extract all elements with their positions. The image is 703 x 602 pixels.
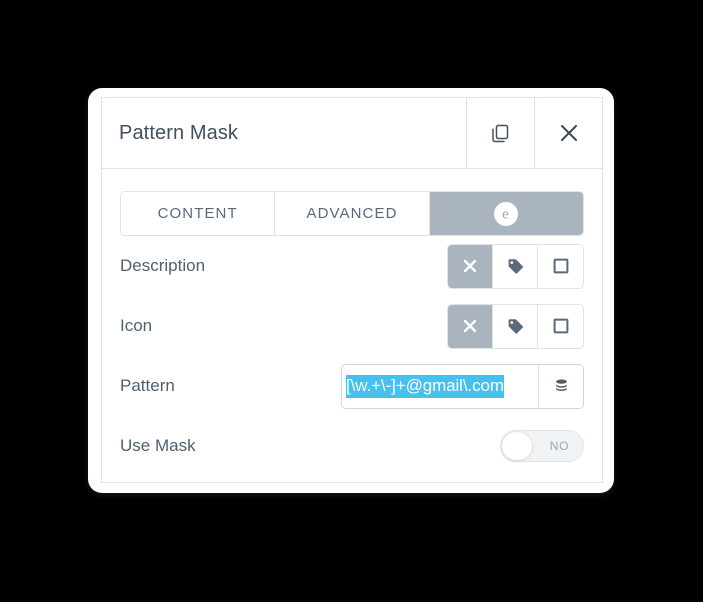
pattern-label: Pattern <box>120 376 175 395</box>
toggle-state-label: NO <box>549 439 569 453</box>
elementor-logo-icon: e <box>494 201 519 226</box>
tab-content-label: CONTENT <box>157 205 238 222</box>
description-option-box[interactable] <box>538 244 583 288</box>
icon-label: Icon <box>120 316 153 335</box>
toggle-knob <box>501 431 533 461</box>
tag-icon <box>506 317 525 336</box>
svg-text:e: e <box>502 206 510 222</box>
database-icon <box>553 378 570 395</box>
close-x-icon <box>461 317 479 335</box>
icon-control <box>447 303 584 349</box>
tag-icon <box>506 257 525 276</box>
field-row-pattern: Pattern [\w.+\-]+@gmail\.com <box>120 356 584 416</box>
icon-segmented-group <box>447 303 584 349</box>
pattern-mask-dialog-shell: Pattern Mask CONTENT ADVANCED e Descript… <box>88 88 614 493</box>
field-row-use-mask: Use Mask NO <box>120 416 584 476</box>
pattern-dynamic-tags-button[interactable] <box>538 364 583 408</box>
copy-icon <box>490 123 511 144</box>
description-segmented-group <box>447 243 584 289</box>
description-option-tag[interactable] <box>493 244 538 288</box>
square-icon <box>552 257 570 275</box>
duplicate-button[interactable] <box>466 98 534 168</box>
tab-content[interactable]: CONTENT <box>121 192 276 235</box>
dialog-body: CONTENT ADVANCED e Description Icon Patt… <box>102 169 602 476</box>
use-mask-toggle[interactable]: NO <box>500 430 584 462</box>
icon-option-tag[interactable] <box>493 304 538 348</box>
use-mask-label: Use Mask <box>120 436 196 455</box>
dialog-header: Pattern Mask <box>102 98 602 169</box>
close-icon <box>557 121 581 145</box>
description-control <box>447 243 584 289</box>
close-button[interactable] <box>534 98 602 168</box>
field-row-icon: Icon <box>120 296 584 356</box>
screen: Pattern Mask CONTENT ADVANCED e Descript… <box>0 0 703 602</box>
square-icon <box>552 317 570 335</box>
pattern-input-group: [\w.+\-]+@gmail\.com <box>341 363 584 409</box>
tab-bar: CONTENT ADVANCED e <box>120 191 584 236</box>
tab-style[interactable]: e <box>429 192 583 235</box>
pattern-control: [\w.+\-]+@gmail\.com <box>341 363 584 409</box>
description-label: Description <box>120 256 206 275</box>
description-option-none[interactable] <box>448 244 493 288</box>
pattern-input-wrapper[interactable]: [\w.+\-]+@gmail\.com <box>342 364 538 408</box>
pattern-mask-dialog: Pattern Mask CONTENT ADVANCED e Descript… <box>101 97 603 483</box>
page-title: Pattern Mask <box>119 121 239 144</box>
close-x-icon <box>461 257 479 275</box>
icon-option-none[interactable] <box>448 304 493 348</box>
tab-advanced[interactable]: ADVANCED <box>275 192 430 235</box>
icon-option-box[interactable] <box>538 304 583 348</box>
use-mask-control: NO <box>500 430 584 462</box>
tab-advanced-label: ADVANCED <box>306 205 398 222</box>
pattern-input[interactable]: [\w.+\-]+@gmail\.com <box>346 374 504 398</box>
field-row-description: Description <box>120 236 584 296</box>
